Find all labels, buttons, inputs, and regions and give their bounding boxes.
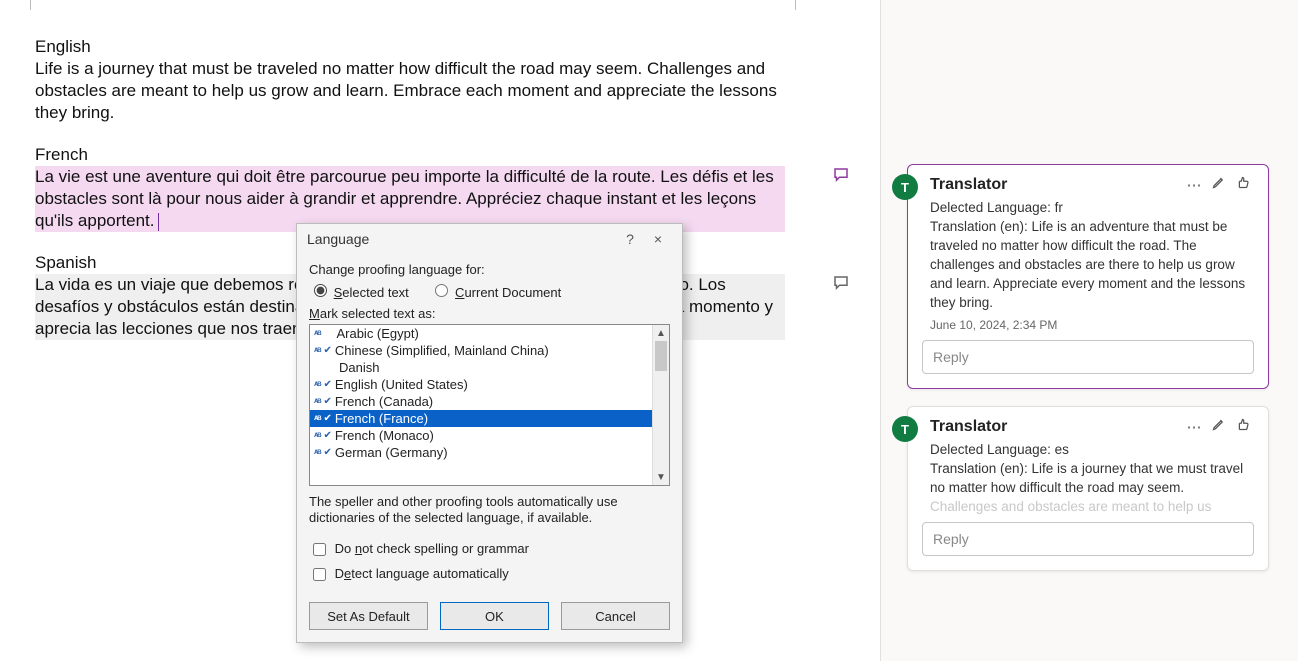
- comment-author: Translator: [930, 176, 1182, 194]
- dialog-help-button[interactable]: ?: [616, 231, 644, 247]
- reply-input[interactable]: [922, 522, 1254, 556]
- check-icon: ✔: [323, 345, 331, 356]
- comment-anchor-icon[interactable]: [832, 166, 850, 184]
- reply-input[interactable]: [922, 340, 1254, 374]
- edit-icon[interactable]: [1206, 175, 1230, 194]
- comment-line: Translation (en): Life is an adventure t…: [930, 217, 1246, 312]
- thumbs-up-icon[interactable]: [1230, 417, 1254, 436]
- comment-anchor-icon[interactable]: [832, 274, 850, 292]
- abc-icon: ᴬᴮ: [314, 397, 320, 407]
- scroll-down-icon[interactable]: ▼: [653, 469, 669, 485]
- comment-card[interactable]: T Translator ⋯ Delected Language: es Tra…: [907, 406, 1269, 571]
- comment-card[interactable]: T Translator ⋯ Delected Language: fr Tra…: [907, 164, 1269, 389]
- edit-icon[interactable]: [1206, 417, 1230, 436]
- comment-line: Delected Language: fr: [930, 198, 1246, 217]
- heading-english: English: [35, 36, 785, 58]
- listbox-scrollbar[interactable]: ▲ ▼: [652, 325, 669, 485]
- abc-icon: ᴬᴮ: [314, 346, 320, 356]
- language-label: English (United States): [335, 377, 468, 392]
- checkbox-detect-language[interactable]: Detect language automatically: [309, 566, 509, 581]
- language-option[interactable]: ᴬᴮ Arabic (Egypt): [310, 325, 653, 342]
- ruler-mark-right: [795, 0, 796, 10]
- abc-icon: ᴬᴮ: [314, 414, 320, 424]
- comments-panel: T Translator ⋯ Delected Language: fr Tra…: [881, 0, 1298, 661]
- text-cursor: [158, 213, 159, 231]
- comment-line: Translation (en): Life is a journey that…: [930, 459, 1246, 516]
- language-option[interactable]: ᴬᴮ✔ French (Canada): [310, 393, 653, 410]
- more-icon[interactable]: ⋯: [1182, 176, 1206, 194]
- check-icon: ✔: [323, 413, 331, 424]
- cancel-button[interactable]: Cancel: [561, 602, 670, 630]
- language-option[interactable]: ᴬᴮ✔ Chinese (Simplified, Mainland China): [310, 342, 653, 359]
- scroll-thumb[interactable]: [655, 341, 667, 371]
- ruler-mark-left: [30, 0, 31, 10]
- abc-icon: ᴬᴮ: [314, 448, 320, 458]
- abc-icon: ᴬᴮ: [314, 380, 320, 390]
- dialog-help-text: The speller and other proofing tools aut…: [309, 494, 670, 526]
- language-label: Danish: [339, 360, 379, 375]
- check-icon: ✔: [323, 396, 331, 407]
- language-label: German (Germany): [335, 445, 448, 460]
- more-icon[interactable]: ⋯: [1182, 418, 1206, 436]
- language-label: Chinese (Simplified, Mainland China): [335, 343, 549, 358]
- language-option[interactable]: ᴬᴮ✔ English (United States): [310, 376, 653, 393]
- abc-icon: ᴬᴮ: [314, 431, 320, 441]
- language-label: French (Canada): [335, 394, 433, 409]
- language-label: Arabic (Egypt): [336, 326, 418, 341]
- comment-author: Translator: [930, 418, 1182, 436]
- comment-timestamp: June 10, 2024, 2:34 PM: [908, 318, 1268, 340]
- language-option[interactable]: ᴬᴮ✔ French (Monaco): [310, 427, 653, 444]
- language-listbox[interactable]: ᴬᴮArabic (Egypt)ᴬᴮ✔Chinese (Simplified, …: [309, 324, 670, 486]
- radio-selected-text[interactable]: Selected text: [309, 285, 409, 300]
- body-english: Life is a journey that must be traveled …: [35, 58, 785, 124]
- language-option[interactable]: ᴬᴮ✔ German (Germany): [310, 444, 653, 461]
- check-icon: ✔: [323, 430, 331, 441]
- language-dialog: Language ? × Change proofing language fo…: [296, 223, 683, 643]
- dialog-title: Language: [307, 231, 616, 247]
- dialog-close-button[interactable]: ×: [644, 231, 672, 247]
- heading-french: French: [35, 144, 785, 166]
- avatar: T: [892, 174, 918, 200]
- radio-current-document[interactable]: Current Document: [430, 285, 561, 300]
- scroll-up-icon[interactable]: ▲: [653, 325, 669, 341]
- set-as-default-button[interactable]: Set As Default: [309, 602, 428, 630]
- thumbs-up-icon[interactable]: [1230, 175, 1254, 194]
- change-proofing-label: Change proofing language for:: [309, 262, 670, 277]
- check-icon: ✔: [323, 447, 331, 458]
- avatar: T: [892, 416, 918, 442]
- body-french: La vie est une aventure qui doit être pa…: [35, 167, 774, 230]
- check-icon: ✔: [323, 379, 331, 390]
- abc-icon: ᴬᴮ: [314, 329, 320, 339]
- language-option[interactable]: Danish: [310, 359, 653, 376]
- checkbox-no-check[interactable]: Do not check spelling or grammar: [309, 541, 529, 556]
- language-option[interactable]: ᴬᴮ✔ French (France): [310, 410, 653, 427]
- language-label: French (France): [335, 411, 428, 426]
- comment-line: Delected Language: es: [930, 440, 1246, 459]
- ok-button[interactable]: OK: [440, 602, 549, 630]
- language-label: French (Monaco): [335, 428, 434, 443]
